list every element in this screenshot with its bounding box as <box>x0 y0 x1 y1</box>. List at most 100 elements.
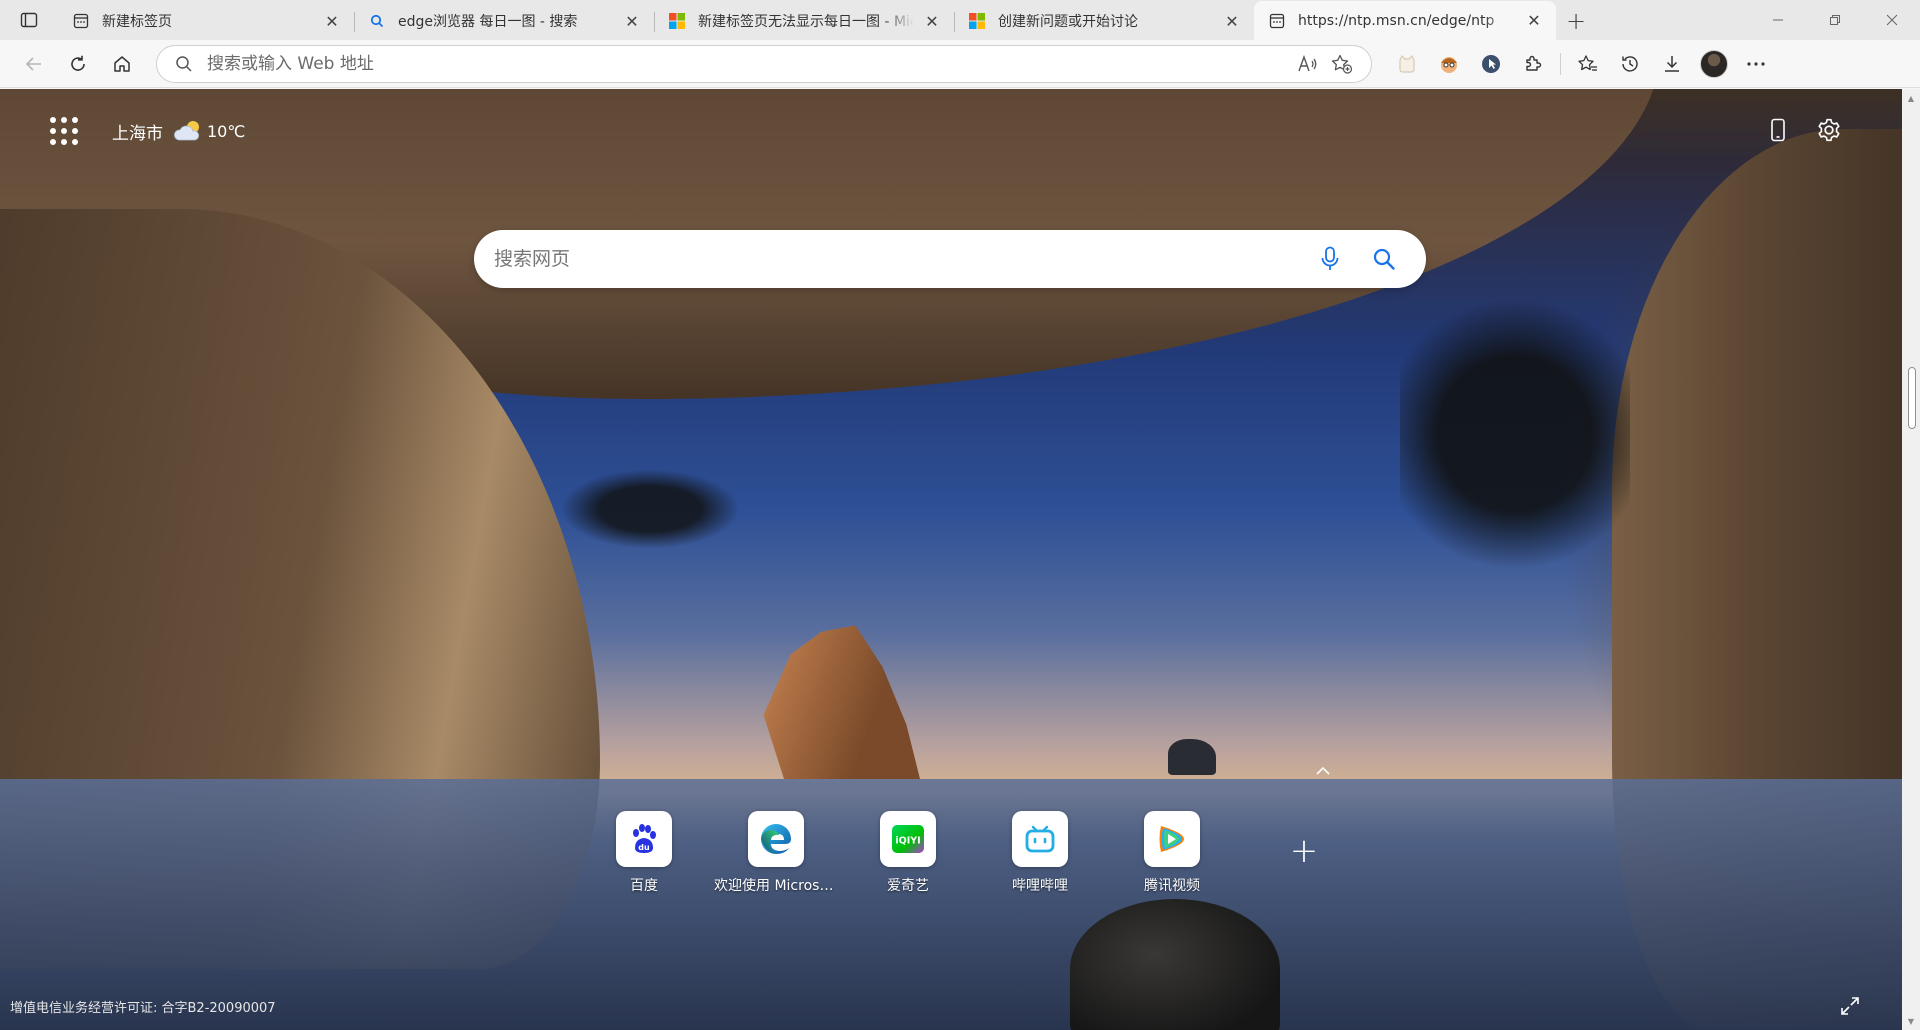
read-aloud-icon <box>1298 54 1317 71</box>
quick-link-label: 爱奇艺 <box>887 878 929 894</box>
close-icon[interactable]: ✕ <box>322 11 342 31</box>
quick-link-baidu[interactable]: du 百度 <box>578 811 710 895</box>
quick-link-bilibili[interactable]: 哔哩哔哩 <box>974 811 1106 895</box>
page-settings-button[interactable] <box>1816 117 1842 147</box>
read-aloud-button[interactable] <box>1291 49 1325 79</box>
tencent-video-logo-icon <box>1144 811 1200 867</box>
search-icon <box>368 12 386 30</box>
chevron-up-icon <box>1316 766 1330 775</box>
close-icon[interactable]: ✕ <box>922 11 942 31</box>
extension-avatar-button[interactable] <box>1428 44 1470 84</box>
arrow-left-icon <box>25 56 41 71</box>
tab-newtab[interactable]: 新建标签页 ✕ <box>58 2 354 40</box>
cat-extension-icon <box>1399 54 1415 73</box>
restore-button[interactable] <box>1806 0 1863 40</box>
ntp-topbar-left: 上海市 10℃ <box>50 117 245 145</box>
iqiyi-logo-icon: iQIYI <box>880 811 936 867</box>
cartoon-face-extension-icon <box>1441 56 1457 73</box>
background-rock <box>1168 739 1216 775</box>
profile-button[interactable] <box>1693 44 1735 84</box>
quick-link-label: 欢迎使用 Microsoft Edge <box>714 878 838 894</box>
close-window-button[interactable] <box>1863 0 1920 40</box>
mobile-phone-icon <box>1771 118 1785 142</box>
page-scrollbar[interactable]: ▲ ▼ <box>1902 89 1920 1030</box>
scroll-up-arrow-icon[interactable]: ▲ <box>1902 89 1920 107</box>
home-icon <box>114 55 130 72</box>
microsoft-logo-icon <box>968 12 986 30</box>
cursor-extension-icon <box>1482 54 1500 73</box>
tab-strip: 新建标签页 ✕ edge浏览器 每日一图 - 搜索 ✕ 新建标签页无法显示每日一… <box>0 0 1920 40</box>
quick-link-edge[interactable]: 欢迎使用 Microsoft Edge <box>710 811 842 895</box>
download-icon <box>1665 55 1679 72</box>
expand-background-button[interactable] <box>1838 994 1862 1018</box>
history-button[interactable] <box>1609 44 1651 84</box>
weather-city: 上海市 <box>112 123 163 144</box>
license-footer[interactable]: 增值电信业务经营许可证: 合字B2-20090007 <box>10 997 276 1016</box>
new-tab-button[interactable]: + <box>1556 2 1596 40</box>
tab-actions-button[interactable] <box>0 0 58 40</box>
puzzle-icon <box>1526 55 1542 71</box>
tab-support-question[interactable]: 新建标签页无法显示每日一图 - Microsoft ✕ <box>654 2 954 40</box>
newtab-icon <box>1268 12 1286 30</box>
mobile-button[interactable] <box>1770 118 1786 146</box>
search-icon <box>1373 248 1395 270</box>
favorites-button[interactable] <box>1567 44 1609 84</box>
svg-text:iQIYI: iQIYI <box>895 836 920 847</box>
add-quick-link-button[interactable]: + <box>1238 823 1370 879</box>
minimize-button[interactable] <box>1749 0 1806 40</box>
search-icon <box>176 55 192 72</box>
quick-link-iqiyi[interactable]: iQIYI 爱奇艺 <box>842 811 974 895</box>
svg-text:du: du <box>638 843 650 852</box>
microphone-icon <box>1321 246 1339 270</box>
scrollbar-thumb[interactable] <box>1908 367 1916 429</box>
partly-cloudy-icon <box>174 121 200 141</box>
address-input[interactable] <box>207 53 1291 74</box>
extensions-button[interactable] <box>1512 44 1554 84</box>
add-favorite-button[interactable] <box>1325 49 1359 79</box>
extension-cursor-button[interactable] <box>1470 44 1512 84</box>
address-bar[interactable] <box>156 44 1372 83</box>
quick-link-label: 腾讯视频 <box>1144 878 1200 894</box>
history-icon <box>1622 55 1638 72</box>
ntp-topbar-right <box>1770 117 1842 147</box>
scroll-down-arrow-icon[interactable]: ▼ <box>1902 1012 1920 1030</box>
tab-create-discussion[interactable]: 创建新问题或开始讨论 ✕ <box>954 2 1254 40</box>
refresh-icon <box>71 55 85 71</box>
downloads-button[interactable] <box>1651 44 1693 84</box>
home-button[interactable] <box>100 44 144 84</box>
quick-link-label: 百度 <box>630 878 658 894</box>
voice-search-button[interactable] <box>1310 239 1350 279</box>
minimize-icon <box>1772 19 1783 21</box>
favorites-icon <box>1578 54 1597 71</box>
plus-icon: + <box>1289 831 1319 871</box>
collapse-quick-links-button[interactable] <box>1310 761 1336 781</box>
tab-title: https://ntp.msn.cn/edge/ntp <box>1298 12 1495 29</box>
background-boulder <box>1070 899 1280 1030</box>
search-submit-button[interactable] <box>1364 239 1404 279</box>
refresh-button[interactable] <box>56 44 100 84</box>
web-search-input[interactable] <box>494 248 1296 270</box>
toolbar-divider <box>1560 52 1561 75</box>
background-tree <box>1400 279 1630 589</box>
quick-links: du 百度 欢迎使用 Microsoft Edge iQIYI 爱奇艺 哔哩哔哩 <box>578 811 1370 895</box>
close-icon[interactable]: ✕ <box>1222 11 1242 31</box>
more-horizontal-icon <box>1747 61 1765 66</box>
tab-title: 创建新问题或开始讨论 <box>998 14 1138 30</box>
edge-logo-icon <box>748 811 804 867</box>
baidu-logo-icon: du <box>616 811 672 867</box>
tab-ntp-active[interactable]: https://ntp.msn.cn/edge/ntp ✕ <box>1254 1 1556 40</box>
restore-icon <box>1829 15 1840 25</box>
app-launcher-icon[interactable] <box>50 117 78 145</box>
back-button[interactable] <box>12 44 56 84</box>
weather-temperature: 10℃ <box>207 121 246 141</box>
extension-cat-button[interactable] <box>1386 44 1428 84</box>
quick-link-tencent-video[interactable]: 腾讯视频 <box>1106 811 1238 895</box>
close-icon[interactable]: ✕ <box>1524 11 1544 31</box>
settings-more-button[interactable] <box>1735 44 1777 84</box>
tab-search[interactable]: edge浏览器 每日一图 - 搜索 ✕ <box>354 2 654 40</box>
close-icon[interactable]: ✕ <box>622 11 642 31</box>
background-tree <box>560 469 740 549</box>
weather-widget[interactable]: 上海市 10℃ <box>112 119 245 144</box>
avatar <box>1700 49 1728 78</box>
web-search-box[interactable] <box>474 230 1426 288</box>
